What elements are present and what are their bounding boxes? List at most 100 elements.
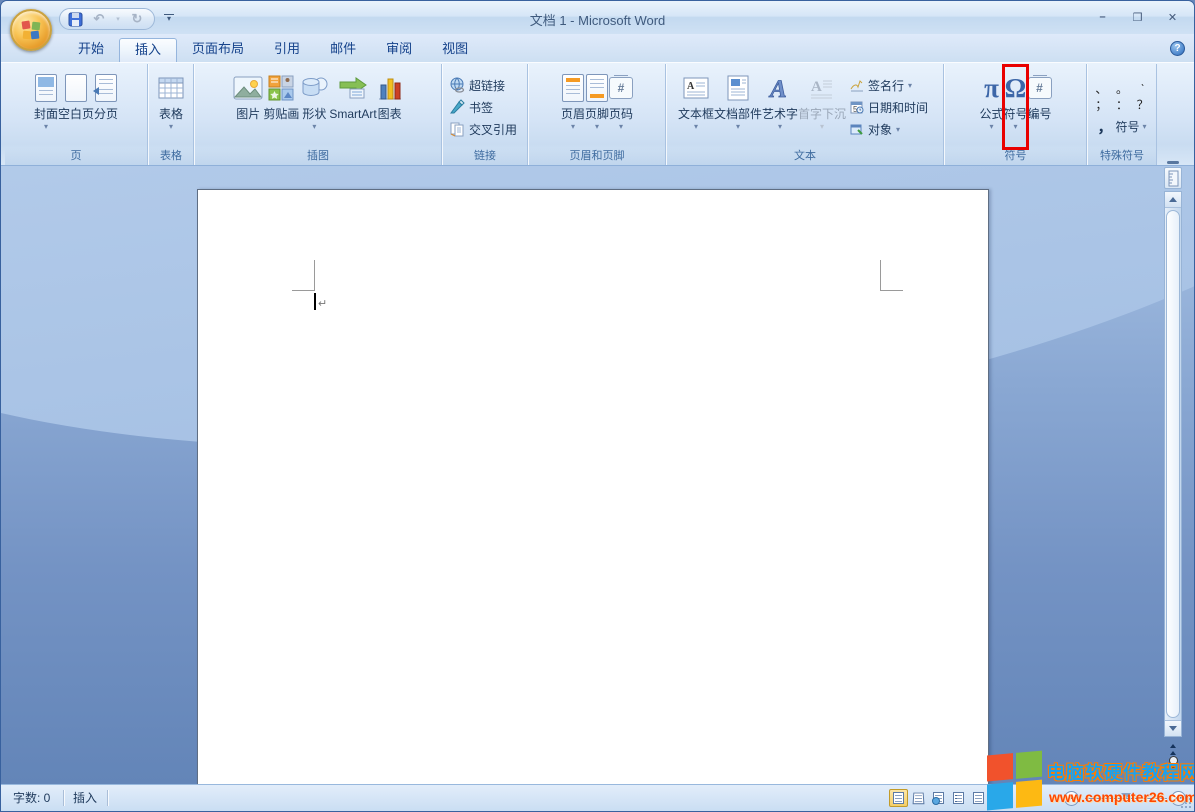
equation-button[interactable]: π 公式 (979, 66, 1003, 148)
previous-page-button[interactable] (1164, 740, 1182, 754)
scrollbar-thumb[interactable] (1166, 210, 1180, 718)
signature-line-icon (850, 78, 864, 92)
dropdown-arrow-icon (169, 122, 173, 131)
tab-references[interactable]: 引用 (259, 38, 315, 62)
dropdown-arrow-icon (694, 122, 698, 131)
number-button[interactable]: # 编号 (1028, 66, 1052, 148)
maximize-button[interactable] (1124, 8, 1151, 26)
word-window: 文档 1 - Microsoft Word 开始 插入 页面布局 引用 邮件 审… (0, 0, 1195, 812)
chart-button[interactable]: 图表 (377, 66, 403, 148)
ribbon-group-symbols: π 公式 Ω 符号 # 编号 符号 (944, 64, 1087, 165)
title-bar: 文档 1 - Microsoft Word (1, 1, 1194, 34)
web-layout-icon (933, 792, 944, 804)
outline-view-icon (953, 792, 964, 804)
double-up-arrow-icon (1170, 748, 1176, 755)
group-label-illustrations: 插图 (195, 148, 441, 165)
document-page[interactable]: ↵ (197, 189, 989, 784)
outline-view-button[interactable] (949, 789, 968, 807)
select-browse-object-button[interactable] (1169, 756, 1178, 765)
wordart-button[interactable]: A 艺术字 (762, 66, 798, 148)
ribbon-group-special-symbols: 、 。 ˋ ； ： ？ ， 符号 ▾ 特殊符号 (1087, 64, 1157, 165)
group-label-symbols: 符号 (945, 148, 1086, 165)
tab-mailings[interactable]: 邮件 (315, 38, 371, 62)
zoom-out-button[interactable] (1064, 791, 1079, 806)
picture-button[interactable]: 图片 (233, 66, 263, 148)
group-label-special-symbols: 特殊符号 (1088, 148, 1156, 165)
next-page-button[interactable] (1164, 767, 1182, 781)
date-time-button[interactable]: 5 日期和时间 (846, 96, 932, 118)
cover-page-button[interactable]: 封面 (34, 66, 58, 148)
svg-text:A: A (687, 81, 695, 92)
signature-line-button[interactable]: 签名行 (846, 74, 932, 96)
quick-parts-button[interactable]: 文档部件 (714, 66, 762, 148)
symbol-button[interactable]: Ω 符号 (1003, 66, 1027, 148)
shapes-icon (299, 75, 329, 101)
dropdown-arrow-icon (312, 122, 316, 131)
special-symbol-1[interactable]: 、 (1094, 82, 1109, 97)
object-button[interactable]: 对象 (846, 118, 932, 140)
minimize-button[interactable] (1089, 8, 1116, 26)
help-button[interactable] (1170, 41, 1185, 56)
header-button[interactable]: 页眉 (561, 66, 585, 148)
tab-view[interactable]: 视图 (427, 38, 483, 62)
smartart-icon (338, 76, 368, 100)
tab-page-layout[interactable]: 页面布局 (177, 38, 259, 62)
hyperlink-button[interactable]: 超链接 (445, 74, 525, 96)
group-label-links: 链接 (443, 148, 527, 165)
ribbon-group-header-footer: 页眉 页脚 # 页码 页眉和页脚 (528, 64, 666, 165)
window-title: 文档 1 - Microsoft Word (1, 10, 1194, 29)
special-symbol-4[interactable]: ； (1094, 98, 1109, 113)
close-button[interactable] (1159, 8, 1186, 26)
table-button[interactable]: 表格 (158, 66, 184, 148)
tab-insert[interactable]: 插入 (119, 38, 177, 62)
vertical-scrollbar[interactable] (1164, 191, 1182, 737)
drop-cap-button[interactable]: A 首字下沉 (798, 66, 846, 148)
dropdown-arrow-icon (595, 122, 599, 131)
blank-page-button[interactable]: 空白页 (58, 66, 94, 148)
scroll-up-button[interactable] (1165, 192, 1181, 208)
insert-mode[interactable]: 插入 (65, 789, 105, 808)
split-window-handle[interactable] (1167, 161, 1179, 164)
svg-text:A: A (768, 76, 787, 102)
arrow-up-icon (1169, 193, 1177, 202)
chart-icon (377, 75, 403, 101)
ruler-toggle-button[interactable] (1164, 167, 1182, 189)
scroll-down-button[interactable] (1165, 720, 1181, 736)
separator (107, 790, 108, 806)
fullscreen-reading-view-button[interactable] (909, 789, 928, 807)
dropdown-arrow-icon (1013, 122, 1017, 131)
dropdown-arrow-icon (571, 122, 575, 131)
bookmark-button[interactable]: 书签 (445, 96, 525, 118)
dropdown-arrow-icon (619, 122, 623, 131)
draft-view-button[interactable] (969, 789, 988, 807)
web-layout-view-button[interactable] (929, 789, 948, 807)
paragraph-mark-icon: ↵ (318, 297, 327, 310)
footer-icon (586, 74, 608, 102)
more-symbols-button[interactable]: ， 符号 ▾ (1090, 113, 1154, 137)
smartart-button[interactable]: SmartArt (329, 66, 376, 148)
special-symbol-3[interactable]: ˋ (1135, 82, 1150, 97)
ribbon-group-pages: 封面 空白页 分页 页 (5, 64, 148, 165)
special-symbol-2[interactable]: 。 (1115, 82, 1130, 97)
clipart-button[interactable]: 剪贴画 (263, 66, 299, 148)
word-count[interactable]: 字数: 0 (5, 789, 58, 808)
picture-icon (233, 75, 263, 101)
special-symbol-6[interactable]: ？ (1135, 98, 1150, 113)
draft-view-icon (973, 792, 984, 804)
footer-button[interactable]: 页脚 (585, 66, 609, 148)
page-number-button[interactable]: # 页码 (609, 66, 633, 148)
cross-reference-button[interactable]: 交叉引用 (445, 118, 525, 140)
special-symbol-5[interactable]: ： (1115, 98, 1130, 113)
print-layout-view-button[interactable] (889, 789, 908, 807)
page-break-button[interactable]: 分页 (94, 66, 118, 148)
shapes-button[interactable]: 形状 (299, 66, 329, 148)
tab-review[interactable]: 审阅 (371, 38, 427, 62)
cover-page-icon (35, 74, 57, 102)
ribbon-group-illustrations: 图片 剪贴画 形状 S (194, 64, 442, 165)
office-button[interactable] (10, 9, 52, 51)
textbox-button[interactable]: A 文本框 (678, 66, 714, 148)
dropdown-arrow-icon (736, 122, 740, 131)
zoom-slider-handle[interactable] (1121, 793, 1131, 804)
tab-home[interactable]: 开始 (63, 38, 119, 62)
resize-grip[interactable] (1181, 798, 1191, 808)
